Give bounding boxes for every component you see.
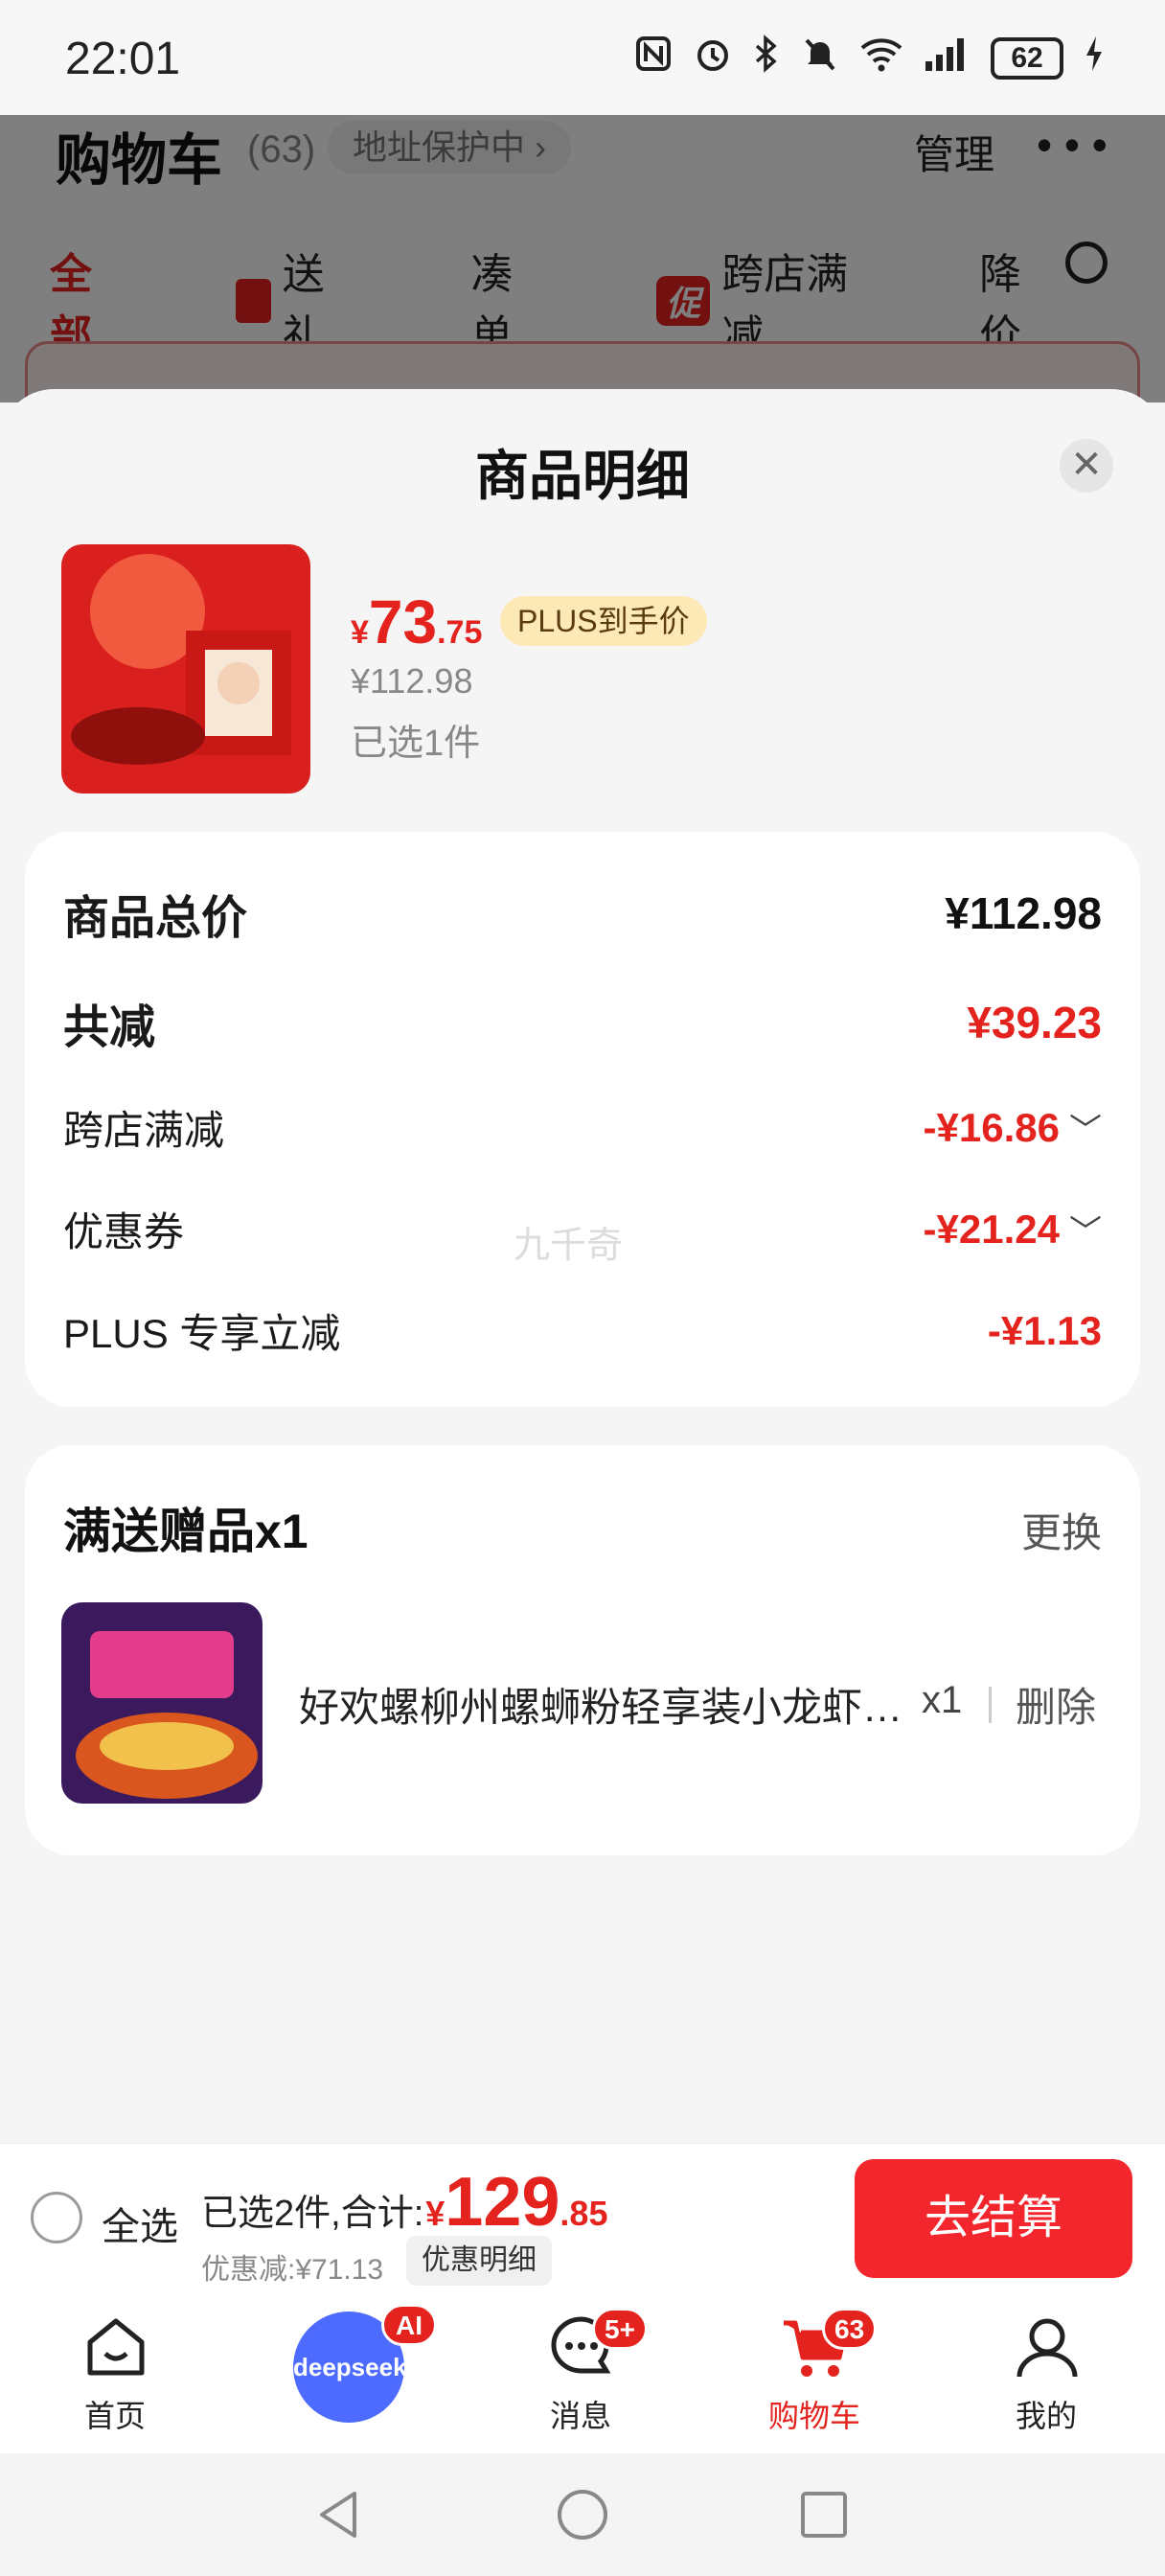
checkout-bar: 全选 已选2件,合计: ¥ 129 .85 优惠减:¥71.13 优惠明细 去结… — [0, 2143, 1165, 2294]
bluetooth-icon — [753, 34, 780, 82]
plus-price-tag: PLUS到手价 — [500, 596, 707, 646]
total-symbol: ¥ — [425, 2194, 445, 2233]
cart-badge: 63 — [822, 2308, 878, 2350]
total-integer: 129 — [445, 2164, 560, 2241]
price-symbol: ¥ — [351, 614, 369, 651]
total-summary: 已选2件,合计: ¥ 129 .85 — [201, 2163, 607, 2242]
nav-home-label: 首页 — [83, 2399, 146, 2433]
charging-icon — [1085, 34, 1104, 82]
gift-quantity: x1 — [922, 1679, 963, 1721]
mute-bell-icon — [801, 34, 839, 82]
plus-discount-label: PLUS 专享立减 — [63, 1311, 341, 1356]
back-icon[interactable] — [312, 2488, 366, 2542]
discount-summary: 优惠减:¥71.13 — [201, 2254, 384, 2286]
status-icons: 62 — [634, 34, 1104, 82]
total-decimal: .85 — [560, 2194, 608, 2233]
total-price-row: 商品总价 ¥112.98 — [63, 880, 1102, 947]
coupon-label: 优惠券 — [63, 1209, 185, 1254]
select-all-checkbox[interactable] — [31, 2192, 82, 2243]
gift-title: 满送赠品x1 — [63, 1505, 308, 1558]
chevron-down-icon: ﹀ — [1069, 1113, 1102, 1149]
total-reduction-label: 共减 — [63, 1002, 156, 1053]
price-decimal: .75 — [437, 614, 483, 651]
selected-quantity: 已选1件 — [351, 724, 481, 764]
messages-badge: 5+ — [592, 2308, 648, 2350]
gift-image — [61, 1602, 263, 1804]
ai-badge: AI — [381, 2304, 437, 2346]
bottom-navigation: 首页 deepseek AI 5+ 消息 63 购物车 我的 — [0, 2294, 1165, 2453]
delete-gift-button[interactable]: 删除 — [1016, 1675, 1096, 1734]
total-reduction-row: 共减 ¥39.23 — [63, 989, 1102, 1056]
status-time: 22:01 — [65, 34, 181, 84]
sheet-title: 商品明细 — [475, 446, 690, 506]
modal-overlay[interactable] — [0, 115, 1165, 402]
watermark: 九千奇 — [514, 1226, 624, 1266]
plus-discount-row: PLUS 专享立减 -¥1.13 — [63, 1301, 1102, 1360]
nfc-icon — [634, 34, 673, 82]
chevron-down-icon: ﹀ — [1069, 1214, 1102, 1251]
cross-store-discount-value: -¥16.86 — [923, 1104, 1060, 1150]
plus-discount-value: -¥1.13 — [987, 1307, 1102, 1353]
coupon-value: -¥21.24 — [923, 1206, 1060, 1252]
signal-icon — [924, 34, 970, 82]
price-integer: 73 — [368, 587, 438, 656]
select-all-label[interactable]: 全选 — [102, 2196, 178, 2251]
cross-store-discount-label: 跨店满减 — [63, 1108, 225, 1153]
total-price-label: 商品总价 — [63, 893, 248, 944]
wifi-icon — [860, 34, 902, 82]
divider — [989, 1687, 992, 1723]
checkout-button[interactable]: 去结算 — [855, 2159, 1132, 2278]
status-bar: 22:01 62 — [0, 0, 1165, 115]
user-icon — [1017, 2318, 1078, 2378]
close-button[interactable]: ✕ — [1060, 439, 1113, 493]
system-navigation-bar — [0, 2453, 1165, 2576]
discount-detail-button[interactable]: 优惠明细 — [406, 2236, 552, 2286]
home-icon — [87, 2318, 145, 2376]
gift-card: 满送赠品x1 更换 好欢螺柳州螺蛳粉轻享装小龙虾味螺蛳粉 x1 删除 — [25, 1445, 1140, 1855]
detail-sheet: 商品明细 ✕ ¥ 73 .75 PLUS到手价 ¥112.98 已选1件 商品总… — [0, 389, 1165, 2143]
nav-cart[interactable]: 63 购物车 — [719, 2294, 910, 2453]
original-price: ¥112.98 — [351, 661, 473, 701]
recents-icon[interactable] — [799, 2490, 849, 2540]
close-icon: ✕ — [1070, 444, 1103, 486]
nav-cart-label: 购物车 — [767, 2399, 860, 2433]
nav-me[interactable]: 我的 — [950, 2294, 1142, 2453]
nav-messages-label: 消息 — [549, 2399, 611, 2433]
change-gift-button[interactable]: 更换 — [1021, 1501, 1102, 1559]
nav-home[interactable]: 首页 — [19, 2294, 211, 2453]
price-summary-card: 商品总价 ¥112.98 共减 ¥39.23 跨店满减 -¥16.86 ﹀ 优惠券… — [25, 832, 1140, 1407]
product-image — [61, 544, 310, 794]
nav-me-label: 我的 — [1015, 2399, 1077, 2433]
product-plus-price: ¥ 73 .75 — [351, 586, 482, 657]
home-circle-icon[interactable] — [556, 2488, 609, 2542]
battery-icon: 62 — [991, 37, 1063, 80]
gift-name: 好欢螺柳州螺蛳粉轻享装小龙虾味螺蛳粉 — [299, 1685, 912, 1730]
nav-messages[interactable]: 5+ 消息 — [485, 2294, 676, 2453]
total-reduction-value: ¥39.23 — [967, 998, 1102, 1047]
total-price-value: ¥112.98 — [945, 888, 1102, 938]
alarm-icon — [694, 34, 732, 82]
cross-store-discount-row[interactable]: 跨店满减 -¥16.86 ﹀ — [63, 1098, 1102, 1157]
selected-count-text: 已选2件,合计: — [201, 2194, 424, 2234]
